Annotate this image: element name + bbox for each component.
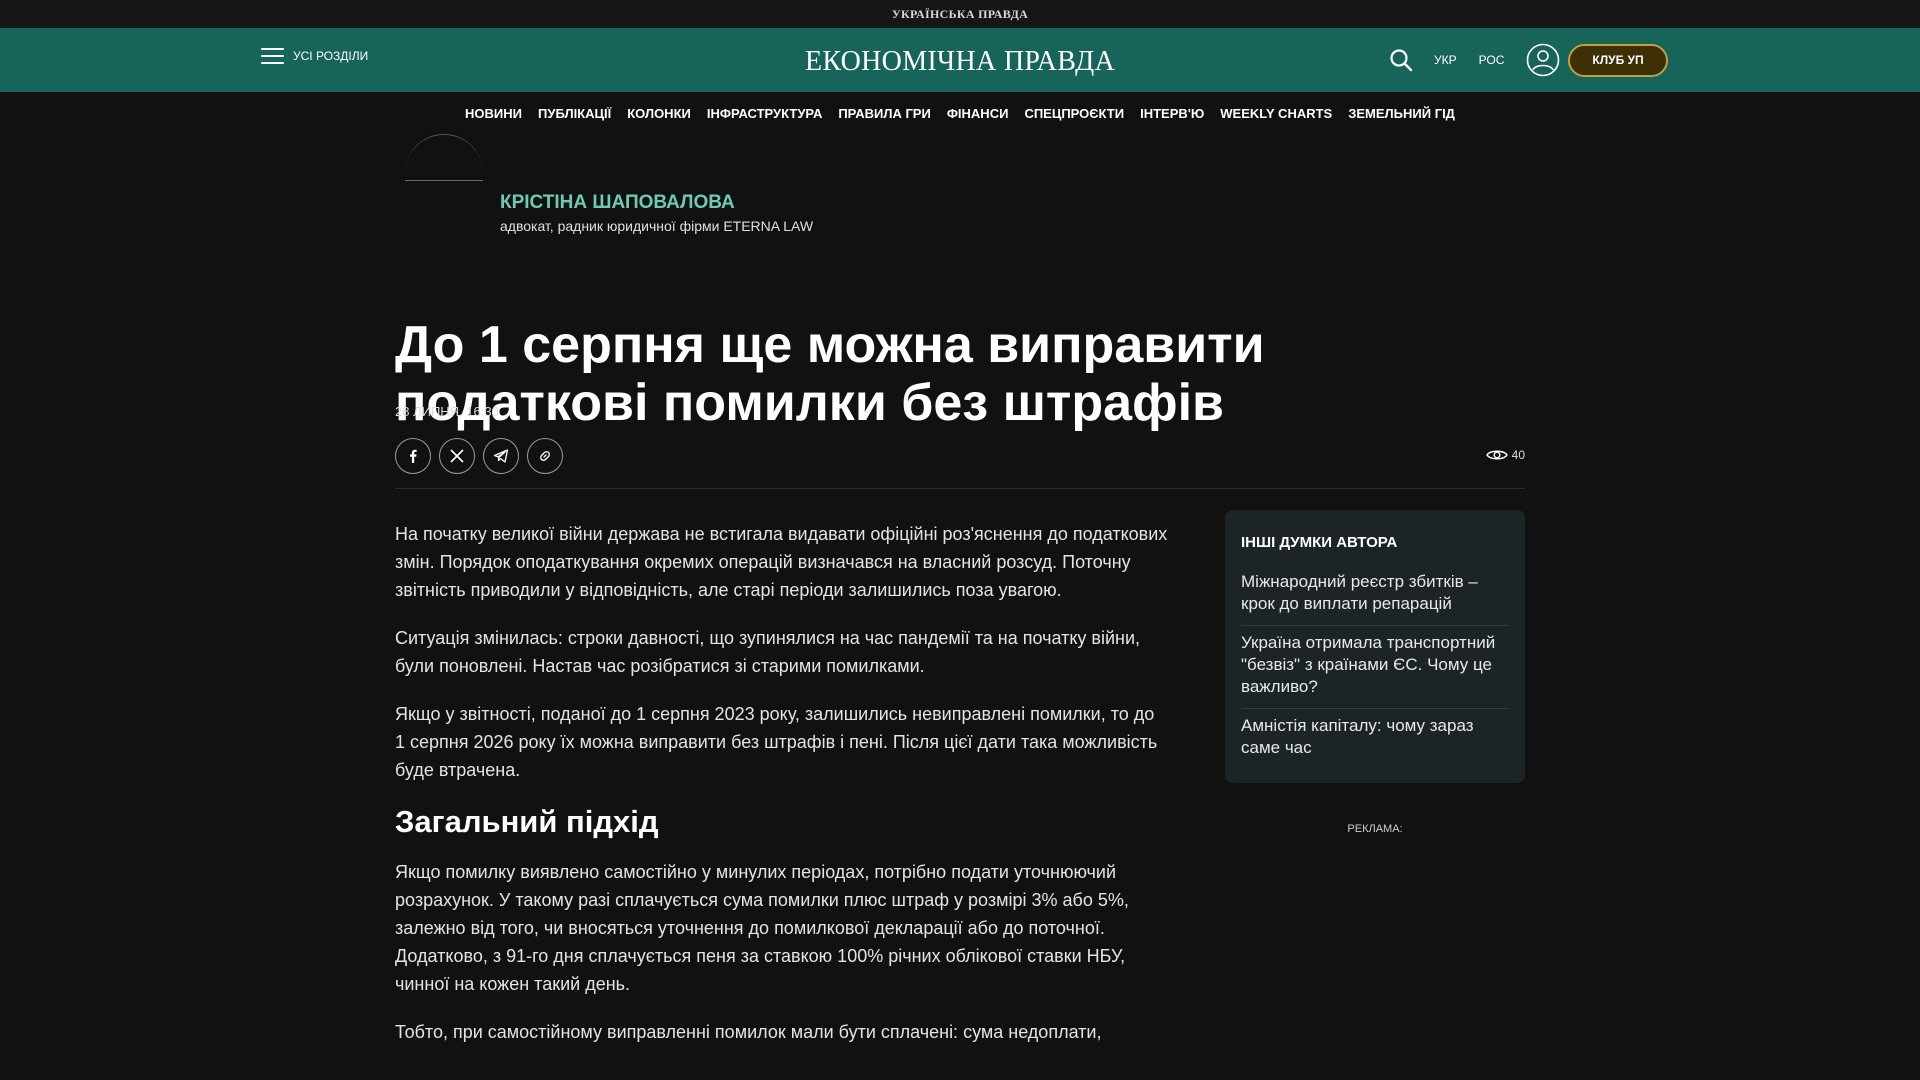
share-facebook-button[interactable] — [395, 438, 431, 474]
nav-item-interview[interactable]: ІНТЕРВ'Ю — [1140, 106, 1204, 121]
article-title: До 1 серпня ще можна виправити податкові… — [395, 316, 1265, 432]
other-opinions-box: ІНШІ ДУМКИ АВТОРА Міжнародний реєстр зби… — [1225, 510, 1525, 783]
section-heading: Загальний підхід — [395, 804, 659, 839]
x-icon — [450, 449, 464, 463]
hamburger-icon — [261, 48, 284, 64]
header-divider — [395, 488, 1525, 489]
author-avatar[interactable] — [395, 134, 485, 234]
paragraph: Тобто, при самостійному виправленні поми… — [395, 1022, 1102, 1042]
facebook-icon — [410, 449, 417, 463]
views-counter: 40 — [1485, 448, 1525, 462]
article-area: КРІСТІНА ШАПОВАЛОВА адвокат, радник юрид… — [395, 134, 1525, 1042]
paragraph: Ситуація змінилась: строки давності, що … — [395, 628, 1141, 676]
share-x-button[interactable] — [439, 438, 475, 474]
nav-item-columns[interactable]: КОЛОНКИ — [627, 106, 691, 121]
share-telegram-button[interactable] — [483, 438, 519, 474]
nav-item-rules[interactable]: ПРАВИЛА ГРИ — [838, 106, 931, 121]
other-opinion-link[interactable]: Амністія капіталу: чому зараз саме час — [1241, 709, 1509, 769]
lang-ros-link[interactable]: РОС — [1479, 53, 1505, 67]
views-count: 40 — [1511, 448, 1525, 462]
nav-item-land-guide[interactable]: ЗЕМЕЛЬНИЙ ГІД — [1348, 106, 1455, 121]
user-account-icon[interactable] — [1526, 43, 1560, 77]
author-block: КРІСТІНА ШАПОВАЛОВА адвокат, радник юрид… — [395, 134, 1525, 234]
nav-item-news[interactable]: НОВИНИ — [465, 106, 522, 121]
lang-ukr-link[interactable]: УКР — [1434, 53, 1457, 67]
share-bar — [395, 438, 563, 474]
header-actions: УКР РОС КЛУБ УП — [1388, 41, 1668, 79]
club-up-button[interactable]: КЛУБ УП — [1568, 43, 1668, 77]
nav-item-publications[interactable]: ПУБЛІКАЦІЇ — [538, 106, 611, 121]
paragraph: На початку великої війни держава не всти… — [395, 524, 1168, 600]
main-nav: НОВИНИ ПУБЛІКАЦІЇ КОЛОНКИ ІНФРАСТРУКТУРА… — [0, 92, 1920, 134]
search-icon[interactable] — [1388, 47, 1414, 73]
article-date: 28 ЛИПНЯ, 16:30 — [395, 404, 499, 419]
link-icon — [540, 451, 550, 461]
other-opinion-link[interactable]: Україна отримала транспортний "безвіз" з… — [1241, 626, 1509, 709]
copy-link-button[interactable] — [527, 438, 563, 474]
paragraph: Якщо у звітності, поданої до 1 серпня 20… — [395, 704, 1158, 780]
article-body: На початку великої війни держава не всти… — [395, 520, 1169, 1066]
author-role: адвокат, радник юридичної фірми ETERNA L… — [500, 218, 814, 234]
other-opinions-heading: ІНШІ ДУМКИ АВТОРА — [1241, 534, 1398, 551]
nav-item-weekly-charts[interactable]: WEEKLY CHARTS — [1220, 106, 1332, 121]
author-info: КРІСТІНА ШАПОВАЛОВА адвокат, радник юрид… — [500, 192, 813, 234]
paragraph: Якщо помилку виявлено самостійно у минул… — [395, 862, 1129, 994]
nav-item-infrastructure[interactable]: ІНФРАСТРУКТУРА — [707, 106, 822, 121]
site-header: УСІ РОЗДІЛИ ЕКОНОМІЧНА ПРАВДА УКР РОС КЛ… — [0, 28, 1920, 92]
top-bar: УКРАЇНСЬКА ПРАВДА — [0, 0, 1920, 28]
site-logo[interactable]: ЕКОНОМІЧНА ПРАВДА — [805, 46, 1115, 77]
eye-icon — [1485, 450, 1508, 460]
other-opinion-link[interactable]: Міжнародний реєстр збитків – крок до вип… — [1241, 565, 1509, 626]
all-sections-button[interactable]: УСІ РОЗДІЛИ — [261, 48, 368, 64]
nav-item-finance[interactable]: ФІНАНСИ — [947, 106, 1009, 121]
author-name[interactable]: КРІСТІНА ШАПОВАЛОВА — [500, 192, 813, 214]
parent-brand-link[interactable]: УКРАЇНСЬКА ПРАВДА — [892, 7, 1028, 22]
sidebar: ІНШІ ДУМКИ АВТОРА Міжнародний реєстр зби… — [1225, 510, 1525, 835]
ad-label: РЕКЛАМА: — [1347, 823, 1403, 835]
all-sections-label: УСІ РОЗДІЛИ — [293, 49, 369, 63]
telegram-icon — [493, 449, 509, 463]
nav-item-specprojects[interactable]: СПЕЦПРОЄКТИ — [1024, 106, 1124, 121]
